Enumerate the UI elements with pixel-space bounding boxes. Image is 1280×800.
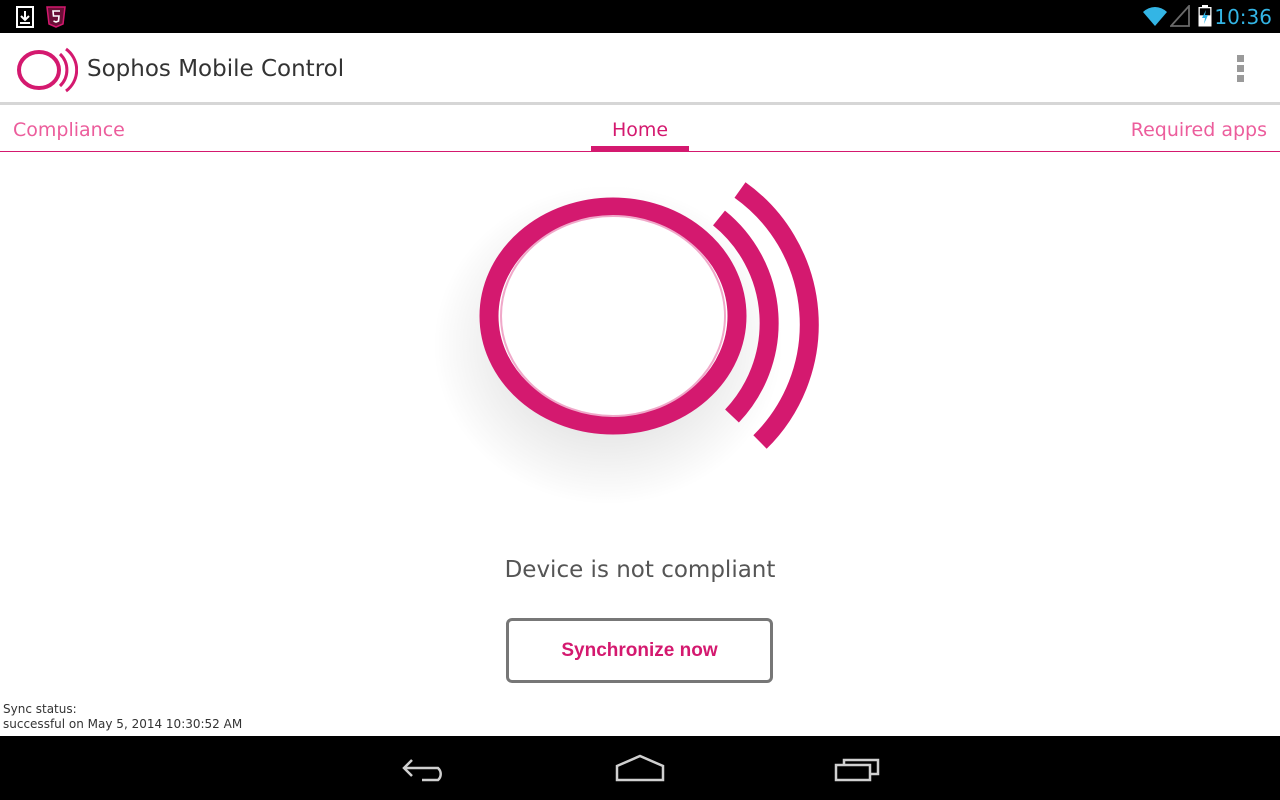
html5-shield-icon bbox=[46, 6, 66, 32]
clock: 10:36 bbox=[1214, 5, 1272, 29]
wifi-icon bbox=[1142, 5, 1168, 31]
compliance-status-graphic bbox=[430, 160, 850, 514]
action-bar: Sophos Mobile Control bbox=[0, 33, 1280, 105]
tab-required-apps[interactable]: Required apps bbox=[1131, 117, 1267, 143]
recents-icon[interactable] bbox=[828, 750, 888, 786]
tab-home[interactable]: Home bbox=[591, 117, 689, 143]
sync-status-label: Sync status: bbox=[3, 702, 77, 716]
status-bar: 10:36 bbox=[0, 0, 1280, 33]
tab-strip: Compliance Home Required apps bbox=[0, 108, 1280, 152]
overflow-menu-icon[interactable] bbox=[1234, 55, 1246, 85]
cell-signal-icon bbox=[1168, 3, 1190, 31]
download-notification-icon bbox=[16, 6, 34, 32]
sync-status: Sync status: successful on May 5, 2014 1… bbox=[3, 702, 242, 732]
compliance-status-text: Device is not compliant bbox=[504, 557, 776, 583]
sophos-logo-icon bbox=[16, 46, 79, 98]
battery-charging-icon bbox=[1198, 5, 1212, 31]
back-icon[interactable] bbox=[394, 750, 454, 786]
home-icon[interactable] bbox=[610, 750, 670, 786]
sync-status-value: successful on May 5, 2014 10:30:52 AM bbox=[3, 717, 243, 731]
tab-compliance[interactable]: Compliance bbox=[13, 117, 125, 143]
tab-selected-indicator bbox=[591, 146, 689, 151]
navigation-bar bbox=[0, 736, 1280, 800]
synchronize-now-button[interactable]: Synchronize now bbox=[506, 618, 773, 683]
app-title: Sophos Mobile Control bbox=[87, 56, 345, 82]
